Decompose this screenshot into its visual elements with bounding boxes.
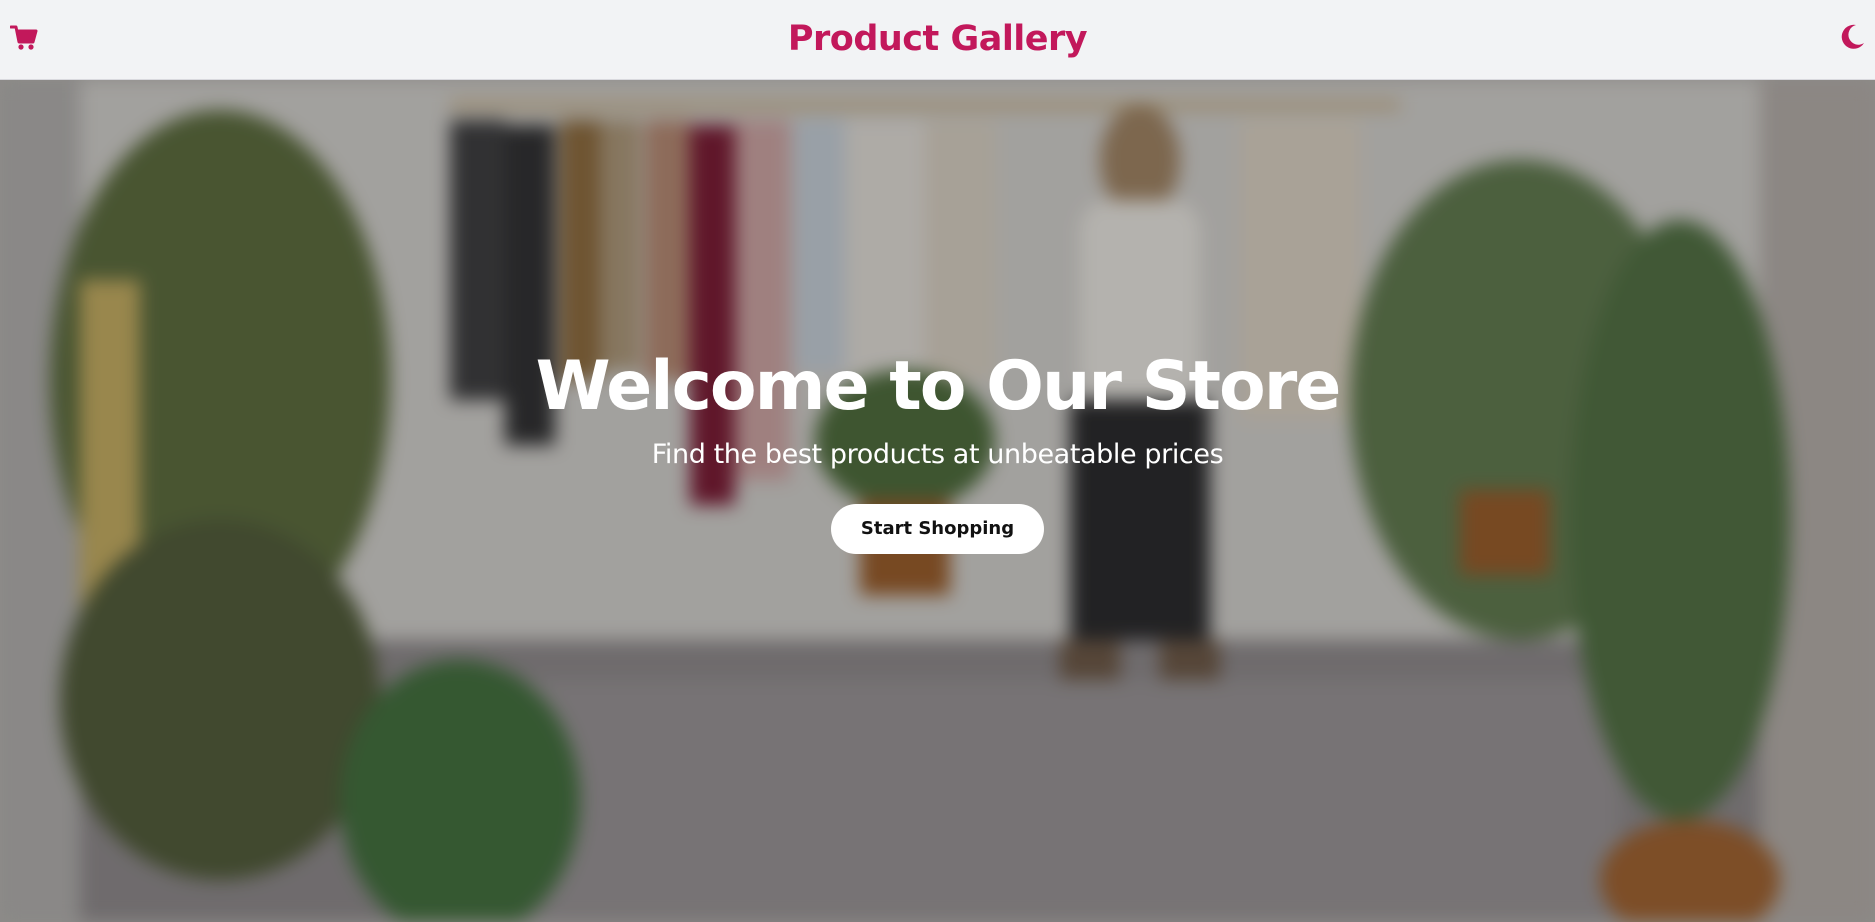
page-title: Product Gallery	[787, 19, 1088, 59]
shopping-cart-icon	[10, 25, 38, 50]
cart-button[interactable]	[8, 22, 40, 54]
top-navigation-bar: Product Gallery	[0, 0, 1875, 80]
theme-toggle-button[interactable]	[1835, 20, 1869, 54]
start-shopping-button[interactable]: Start Shopping	[830, 503, 1045, 554]
hero-heading: Welcome to Our Store	[535, 347, 1342, 426]
hero-banner: Welcome to Our Store Find the best produ…	[0, 80, 1875, 922]
hero-subheading: Find the best products at unbeatable pri…	[651, 438, 1224, 470]
hero-content: Welcome to Our Store Find the best produ…	[0, 347, 1875, 554]
moon-icon	[1841, 24, 1864, 49]
